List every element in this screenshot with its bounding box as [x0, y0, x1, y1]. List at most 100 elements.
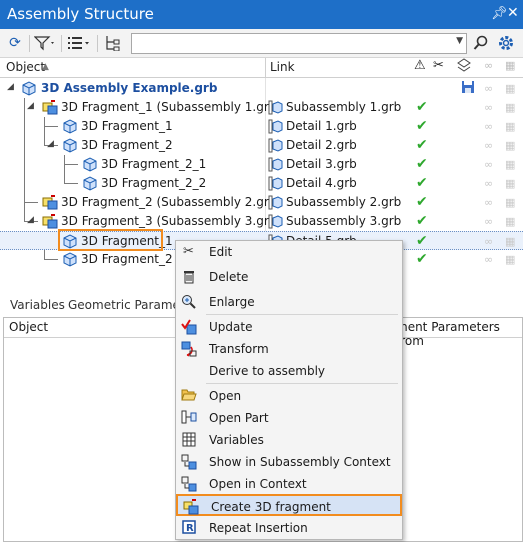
document-link-icon — [268, 176, 283, 191]
warning-icon: ⚠ — [414, 58, 426, 73]
panel-title-bar: Assembly Structure 📌︎ ✕ — [0, 0, 523, 29]
check-icon: ✔ — [416, 194, 428, 210]
tree-item-link: Subassembly 1.grb — [286, 100, 402, 114]
tree-row[interactable]: 3D Fragment_2_2 Detail 4.grb ✔ ∞ ▦ — [0, 174, 523, 193]
assembly-icon — [22, 81, 36, 96]
document-link-icon — [268, 157, 283, 172]
collapse-triangle-icon[interactable]: ◢ — [27, 101, 34, 111]
fragment-parameters-column-header[interactable]: ment Parameters from — [396, 320, 522, 348]
document-link-icon — [268, 214, 283, 229]
gear-icon[interactable] — [496, 33, 516, 53]
link-status-icon: ∞ — [484, 196, 494, 209]
menu-item-open-part[interactable]: Open Part — [176, 407, 402, 429]
link-status-icon: ∞ — [484, 235, 494, 248]
object-column-header[interactable]: Object — [9, 320, 48, 334]
menu-item-enlarge[interactable]: Enlarge — [176, 291, 402, 313]
tab-geometric-parameters[interactable]: Geometric Paramete — [68, 298, 192, 312]
toolbar: ⟳ ▼ — [0, 29, 523, 58]
subassembly-fragment-icon — [42, 100, 58, 115]
fragment-icon — [63, 119, 77, 134]
check-icon: ✔ — [416, 118, 428, 134]
refresh-icon[interactable]: ⟳ — [5, 33, 25, 53]
fragment-status-icon: ▦ — [505, 196, 516, 209]
menu-item-delete[interactable]: Delete — [176, 266, 402, 288]
link-column-header[interactable]: Link — [270, 60, 295, 74]
fragment-status-icon: ▦ — [505, 253, 516, 266]
tree-item-label: 3D Fragment_3 (Subassembly 3.grb) — [61, 214, 282, 228]
check-icon: ✔ — [416, 175, 428, 191]
variables-icon — [180, 432, 197, 448]
fragment-status-icon: ▦ — [505, 59, 516, 72]
tree-row[interactable]: ◢ 3D Fragment_2 Detail 2.grb ✔ ∞ ▦ — [0, 136, 523, 155]
tree-row[interactable]: ◢ 3D Fragment_1 (Subassembly 1.grb) Suba… — [0, 98, 523, 117]
link-status-icon: ∞ — [484, 158, 494, 171]
open-part-icon — [180, 410, 197, 426]
menu-item-create-3d-fragment[interactable]: Create 3D fragment — [176, 494, 402, 516]
fragment-icon — [83, 176, 97, 191]
tree-item-label: 3D Fragment_1 (Subassembly 1.grb) — [61, 100, 282, 114]
scissors-icon: ✂ — [183, 244, 194, 259]
object-column-header[interactable]: Object — [6, 60, 45, 74]
update-icon — [180, 319, 197, 335]
tree-item-link: Detail 3.grb — [286, 157, 357, 171]
tree-structure-icon[interactable] — [102, 33, 124, 53]
menu-item-edit[interactable]: ✂ Edit — [176, 241, 402, 263]
search-combo[interactable]: ▼ — [131, 33, 467, 54]
trash-icon — [180, 269, 197, 285]
menu-item-repeat-insertion[interactable]: R Repeat Insertion — [176, 517, 402, 539]
fragment-status-icon: ▦ — [505, 101, 516, 114]
menu-item-derive-to-assembly[interactable]: Derive to assembly — [176, 360, 402, 382]
link-status-icon: ∞ — [484, 215, 494, 228]
check-icon: ✔ — [416, 99, 428, 115]
tree-item-label: 3D Fragment_2_2 — [101, 176, 207, 190]
tree-item-link: Subassembly 2.grb — [286, 195, 402, 209]
menu-item-open-in-context[interactable]: Open in Context — [176, 473, 402, 495]
fragment-status-icon: ▦ — [505, 158, 516, 171]
tree-item-label: 3D Fragment_1 — [81, 119, 173, 133]
tree-item-label: 3D Assembly Example.grb — [41, 81, 218, 95]
collapse-triangle-icon[interactable]: ◢ — [47, 139, 54, 149]
fragment-status-icon: ▦ — [505, 139, 516, 152]
link-status-icon: ∞ — [484, 59, 494, 72]
menu-item-open[interactable]: Open — [176, 385, 402, 407]
tree-row[interactable]: 3D Fragment_2 (Subassembly 2.grb) Subass… — [0, 193, 523, 212]
chevron-down-icon[interactable]: ▼ — [456, 36, 463, 46]
sort-up-icon: ▲ — [42, 62, 49, 72]
subassembly-fragment-icon — [42, 214, 58, 229]
tab-variables[interactable]: Variables — [10, 298, 65, 312]
list-settings-icon[interactable] — [66, 33, 92, 53]
menu-item-transform[interactable]: Transform — [176, 338, 402, 360]
pin-icon[interactable]: 📌︎ — [491, 6, 508, 21]
link-status-icon: ∞ — [484, 177, 494, 190]
link-status-icon: ∞ — [484, 253, 494, 266]
subassembly-fragment-icon — [42, 195, 58, 210]
menu-item-show-in-subassembly-context[interactable]: Show in Subassembly Context — [176, 451, 402, 473]
fragment-status-icon: ▦ — [505, 235, 516, 248]
collapse-triangle-icon[interactable]: ◢ — [7, 82, 14, 92]
repeat-insertion-icon: R — [180, 520, 197, 536]
tree-row[interactable]: ◢ 3D Assembly Example.grb ∞ ▦ — [0, 79, 523, 98]
zoom-in-icon — [180, 294, 197, 310]
tree-item-link: Detail 2.grb — [286, 138, 357, 152]
menu-item-update[interactable]: Update — [176, 316, 402, 338]
check-icon: ✔ — [416, 233, 428, 249]
search-icon[interactable] — [471, 33, 491, 53]
close-icon[interactable]: ✕ — [507, 5, 519, 21]
menu-item-variables[interactable]: Variables — [176, 429, 402, 451]
tree-row[interactable]: 3D Fragment_1 Detail 1.grb ✔ ∞ ▦ — [0, 117, 523, 136]
link-status-icon: ∞ — [484, 139, 494, 152]
tree-item-link: Detail 1.grb — [286, 119, 357, 133]
fragment-status-icon: ▦ — [505, 120, 516, 133]
subassembly-context-icon — [180, 454, 197, 470]
filter-icon[interactable] — [33, 33, 57, 53]
tree-header: Object ▲ Link ⚠ ✂ ∞ ▦ — [0, 58, 523, 78]
scissors-icon: ✂ — [433, 58, 444, 73]
search-input[interactable] — [132, 34, 452, 53]
tree-row[interactable]: 3D Fragment_2_1 Detail 3.grb ✔ ∞ ▦ — [0, 155, 523, 174]
document-link-icon — [268, 100, 283, 115]
link-status-icon: ∞ — [484, 101, 494, 114]
document-link-icon — [268, 195, 283, 210]
collapse-triangle-icon[interactable]: ◢ — [27, 215, 34, 225]
tree-item-link: Subassembly 3.grb — [286, 214, 402, 228]
context-menu: ✂ Edit Delete Enlarge Update Transform D… — [175, 240, 403, 540]
